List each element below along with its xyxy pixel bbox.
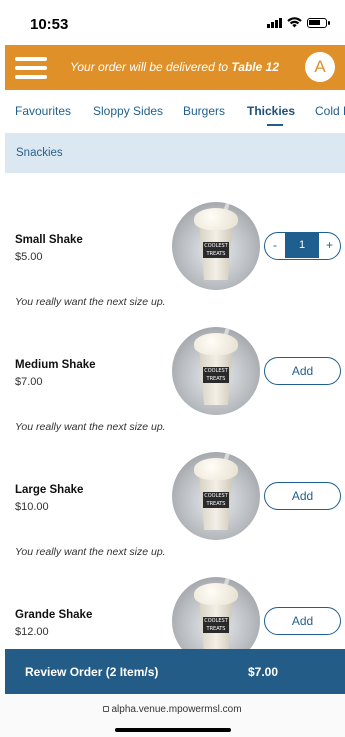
avatar[interactable]: A: [305, 52, 335, 82]
product-description: You really want the next size up.: [15, 421, 166, 433]
product-price: $10.00: [15, 501, 49, 513]
order-total: $7.00: [248, 665, 279, 679]
status-time: 10:53: [30, 16, 69, 33]
category-tabs: Favourites Sloppy Sides Burgers Thickies…: [5, 90, 345, 130]
home-indicator[interactable]: [115, 728, 231, 732]
review-order-label: Review Order (2 Item/s): [25, 665, 159, 679]
product-price: $5.00: [15, 251, 43, 263]
url-display[interactable]: alpha.venue.mpowermsl.com: [0, 704, 345, 715]
subcategory-bar[interactable]: Snackies: [5, 133, 345, 173]
delivery-message: Your order will be delivered to Table 12: [70, 60, 279, 74]
active-tab-indicator: [267, 124, 283, 126]
url-text: alpha.venue.mpowermsl.com: [111, 704, 242, 715]
product-name: Grande Shake: [15, 609, 93, 621]
milkshake-image: COOLEST TREATS: [172, 202, 260, 290]
image-label: COOLEST TREATS: [203, 492, 229, 508]
add-button[interactable]: Add: [264, 482, 341, 510]
add-button[interactable]: Add: [264, 607, 341, 635]
tab-thickies[interactable]: Thickies: [247, 104, 295, 118]
tab-cold-drinks[interactable]: Cold D: [315, 104, 345, 118]
app-header: Your order will be delivered to Table 12…: [5, 45, 345, 90]
milkshake-image: COOLEST TREATS: [172, 452, 260, 540]
tab-burgers[interactable]: Burgers: [183, 104, 225, 118]
tab-favourites[interactable]: Favourites: [15, 104, 71, 118]
signal-icon: [267, 17, 282, 28]
image-label: COOLEST TREATS: [203, 367, 229, 383]
product-large-shake: Large Shake $10.00 COOLEST TREATS Add Yo…: [5, 448, 345, 574]
subcategory-label: Snackies: [16, 147, 63, 159]
quantity-value: 1: [285, 233, 319, 258]
add-button[interactable]: Add: [264, 357, 341, 385]
product-description: You really want the next size up.: [15, 546, 166, 558]
browser-url-bar: alpha.venue.mpowermsl.com: [0, 694, 345, 737]
product-name: Small Shake: [15, 234, 83, 246]
milkshake-image: COOLEST TREATS: [172, 577, 260, 649]
product-name: Medium Shake: [15, 359, 96, 371]
product-price: $7.00: [15, 376, 43, 388]
milkshake-image: COOLEST TREATS: [172, 327, 260, 415]
battery-icon: [307, 17, 330, 28]
product-small-shake: Small Shake $5.00 COOLEST TREATS - 1 + Y…: [5, 198, 345, 324]
image-label: COOLEST TREATS: [203, 242, 229, 258]
product-medium-shake: Medium Shake $7.00 COOLEST TREATS Add Yo…: [5, 323, 345, 449]
product-price: $12.00: [15, 626, 49, 638]
status-icons: [267, 17, 330, 28]
menu-icon[interactable]: [15, 57, 47, 79]
product-grande-shake: Grande Shake $12.00 COOLEST TREATS Add: [5, 573, 345, 649]
review-order-button[interactable]: Review Order (2 Item/s) $7.00: [5, 649, 345, 694]
quantity-stepper: - 1 +: [264, 232, 341, 260]
status-bar: 10:53: [0, 0, 345, 44]
delivery-table: Table 12: [231, 60, 279, 74]
product-description: You really want the next size up.: [15, 296, 166, 308]
tab-sloppy-sides[interactable]: Sloppy Sides: [93, 104, 163, 118]
delivery-prefix: Your order will be delivered to: [70, 60, 232, 74]
product-name: Large Shake: [15, 484, 84, 496]
increase-button[interactable]: +: [319, 233, 340, 258]
decrease-button[interactable]: -: [265, 233, 285, 258]
lock-icon: [103, 706, 110, 712]
image-label: COOLEST TREATS: [203, 617, 229, 633]
wifi-icon: [287, 17, 302, 28]
